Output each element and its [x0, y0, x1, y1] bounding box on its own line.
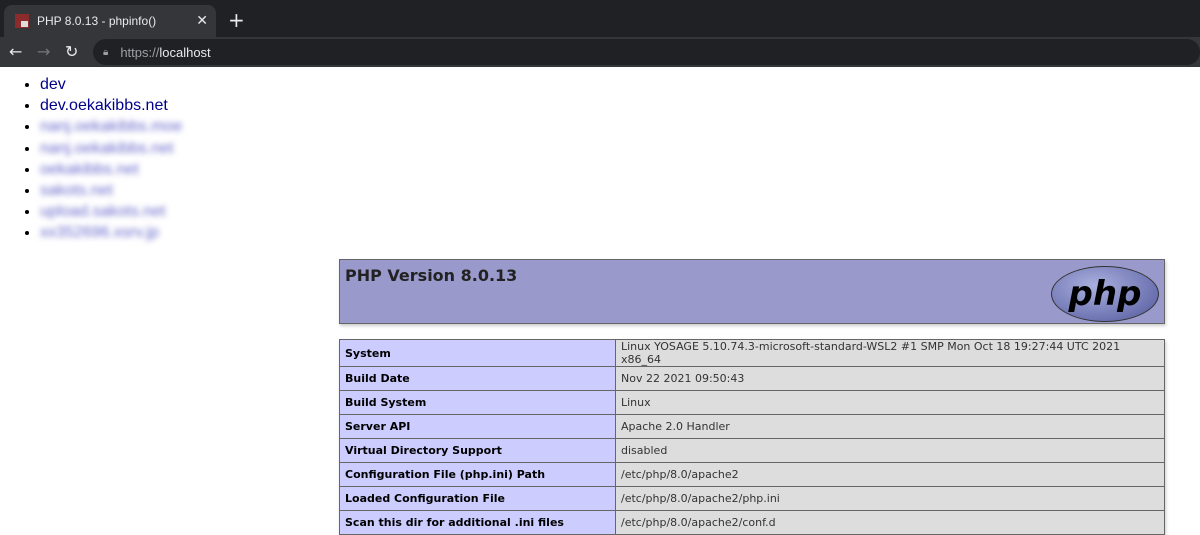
row-value: Nov 22 2021 09:50:43	[615, 366, 1165, 391]
close-tab-icon[interactable]: ✕	[196, 13, 208, 29]
list-item: dev.oekakibbs.net	[40, 95, 182, 116]
site-link[interactable]: nanj.oekakibbs.net	[40, 140, 173, 157]
info-table: System Linux YOSAGE 5.10.74.3-microsoft-s…	[339, 339, 1165, 535]
tab-title: PHP 8.0.13 - phpinfo()	[37, 14, 157, 28]
reload-icon[interactable]: ↻	[65, 42, 78, 61]
row-label: Scan this dir for additional .ini files	[339, 510, 616, 535]
row-label: Configuration File (php.ini) Path	[339, 462, 616, 487]
site-link[interactable]: oekakibbs.net	[40, 161, 139, 178]
address-bar[interactable]: 🔒︎ https://localhost	[93, 39, 1200, 65]
back-icon[interactable]: ←	[9, 42, 22, 61]
row-value: /etc/php/8.0/apache2	[615, 462, 1165, 487]
row-value: Linux YOSAGE 5.10.74.3-microsoft-standar…	[615, 339, 1165, 367]
row-label: Build Date	[339, 366, 616, 391]
list-item: nanj.oekakibbs.net	[40, 138, 182, 159]
row-label: Build System	[339, 390, 616, 415]
url-text: https://localhost	[120, 44, 211, 60]
php-header: PHP Version 8.0.13 php	[339, 259, 1165, 324]
browser-tab[interactable]: PHP 8.0.13 - phpinfo() ✕	[4, 5, 216, 37]
site-list: dev dev.oekakibbs.net nanj.oekakibbs.moe…	[40, 74, 182, 244]
row-label: Loaded Configuration File	[339, 486, 616, 511]
favicon-icon	[15, 14, 29, 28]
page-title: PHP Version 8.0.13	[345, 266, 518, 285]
list-item: xx352696.xsrv.jp	[40, 222, 182, 243]
table-row: Virtual Directory Support disabled	[339, 438, 1165, 463]
list-item: dev	[40, 74, 182, 95]
table-row: Loaded Configuration File/etc/php/8.0/ap…	[339, 486, 1165, 511]
list-item: oekakibbs.net	[40, 159, 182, 180]
row-label: Server API	[339, 414, 616, 439]
site-link[interactable]: xx352696.xsrv.jp	[40, 224, 159, 241]
table-row: Scan this dir for additional .ini files /…	[339, 510, 1165, 535]
table-row: Build System Linux	[339, 390, 1165, 415]
site-link[interactable]: dev.oekakibbs.net	[40, 97, 168, 114]
browser-toolbar: ← → ↻ 🔒︎ https://localhost	[0, 37, 1200, 67]
site-link[interactable]: dev	[40, 76, 66, 93]
list-item: nanj.oekakibbs.moe	[40, 116, 182, 137]
site-link[interactable]: nanj.oekakibbs.moe	[40, 118, 182, 135]
row-label: System	[339, 339, 616, 367]
row-value: Apache 2.0 Handler	[615, 414, 1165, 439]
list-item: sakots.net	[40, 180, 182, 201]
table-row: System Linux YOSAGE 5.10.74.3-microsoft-s…	[339, 339, 1165, 367]
row-value: Linux	[615, 390, 1165, 415]
table-row: Server API Apache 2.0 Handler	[339, 414, 1165, 439]
forward-icon[interactable]: →	[37, 42, 50, 61]
row-label: Virtual Directory Support	[339, 438, 616, 463]
tab-strip: PHP 8.0.13 - phpinfo() ✕ +	[0, 0, 1200, 37]
table-row: Configuration File (php.ini) Path/etc/ph…	[339, 462, 1165, 487]
table-row: Build Date Nov 22 2021 09:50:43	[339, 366, 1165, 391]
lock-icon: 🔒︎	[103, 46, 109, 58]
site-link[interactable]: upload.sakots.net	[40, 203, 165, 220]
row-value: disabled	[615, 438, 1165, 463]
new-tab-icon[interactable]: +	[228, 8, 245, 32]
site-link[interactable]: sakots.net	[40, 182, 113, 199]
phpinfo: PHP Version 8.0.13 php System Linux YOSAG…	[339, 259, 1165, 535]
row-value: /etc/php/8.0/apache2/php.ini	[615, 486, 1165, 511]
list-item: upload.sakots.net	[40, 201, 182, 222]
row-value: /etc/php/8.0/apache2/conf.d	[615, 510, 1165, 535]
php-logo[interactable]: php	[1051, 266, 1159, 322]
